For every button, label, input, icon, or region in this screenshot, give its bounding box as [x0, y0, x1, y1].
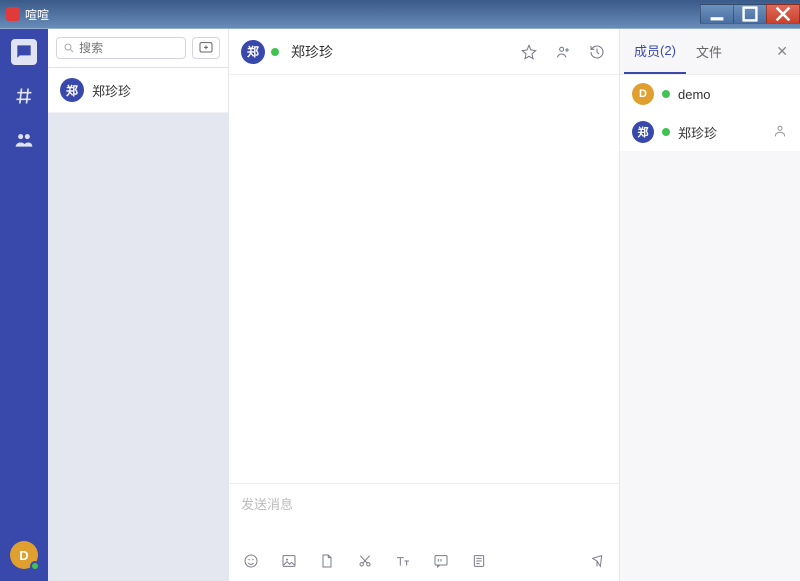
contacts-panel: 郑郑珍珍: [48, 29, 228, 581]
member-avatar: 郑: [632, 121, 654, 143]
add-member-icon[interactable]: [553, 42, 573, 62]
tab-members-label: 成员: [634, 41, 660, 60]
chat-header: 郑 郑珍珍: [229, 29, 619, 75]
chat-header-presence-dot: [271, 48, 279, 56]
window-title: 喧喧: [25, 6, 49, 23]
maximize-button[interactable]: [733, 4, 767, 24]
image-icon[interactable]: [279, 551, 299, 571]
search-box[interactable]: [56, 37, 186, 59]
member-item[interactable]: 郑 郑珍珍: [620, 113, 800, 151]
contact-list: 郑郑珍珍: [48, 68, 228, 113]
member-item[interactable]: Ddemo: [620, 75, 800, 113]
contact-avatar: 郑: [60, 78, 84, 102]
member-avatar: D: [632, 83, 654, 105]
member-presence-dot: [662, 128, 670, 136]
search-row: [48, 29, 228, 68]
window-controls: [701, 4, 800, 24]
tab-members-count: 2: [664, 43, 671, 58]
add-chat-icon: [198, 40, 214, 56]
admin-icon: [772, 123, 788, 142]
chat-body: [229, 75, 619, 483]
add-button[interactable]: [192, 37, 220, 59]
minimize-button[interactable]: [700, 4, 734, 24]
cut-icon[interactable]: [355, 551, 375, 571]
member-list: Ddemo 郑 郑珍珍: [620, 75, 800, 151]
nav-chat-icon[interactable]: [11, 39, 37, 65]
chat-header-actions: [519, 42, 607, 62]
tab-members[interactable]: 成员(2): [624, 29, 686, 74]
composer: [229, 483, 619, 581]
user-status-dot: [30, 561, 40, 571]
history-icon[interactable]: [587, 42, 607, 62]
quote-icon[interactable]: [431, 551, 451, 571]
member-presence-dot: [662, 90, 670, 98]
text-size-icon[interactable]: [393, 551, 413, 571]
nav-channels-icon[interactable]: [11, 83, 37, 109]
search-input[interactable]: [79, 41, 179, 55]
contact-item[interactable]: 郑郑珍珍: [48, 68, 228, 113]
contact-name: 郑珍珍: [92, 81, 131, 100]
side-panel: 成员(2) 文件 ✕ Ddemo 郑 郑珍珍: [620, 29, 800, 581]
tab-files[interactable]: 文件: [686, 29, 732, 74]
send-icon[interactable]: [587, 551, 607, 571]
favorite-icon[interactable]: [519, 42, 539, 62]
emoji-icon[interactable]: [241, 551, 261, 571]
side-close-icon[interactable]: ✕: [768, 43, 796, 60]
side-tabs: 成员(2) 文件 ✕: [620, 29, 800, 75]
close-button[interactable]: [766, 4, 800, 24]
search-icon: [63, 41, 75, 55]
member-name: demo: [678, 87, 711, 102]
chat-header-title: 郑珍珍: [291, 42, 333, 62]
note-icon[interactable]: [469, 551, 489, 571]
member-name: 郑珍珍: [678, 123, 717, 142]
composer-toolbar: [229, 545, 619, 581]
chat-panel: 郑 郑珍珍: [228, 29, 620, 581]
nav-rail: D: [0, 29, 48, 581]
message-input[interactable]: [229, 484, 619, 540]
titlebar: 喧喧: [0, 0, 800, 28]
chat-header-avatar: 郑: [241, 40, 265, 64]
file-icon[interactable]: [317, 551, 337, 571]
user-avatar[interactable]: D: [10, 541, 38, 569]
nav-people-icon[interactable]: [11, 127, 37, 153]
app-body: D 郑郑珍珍 郑 郑珍珍: [0, 28, 800, 581]
app-icon: [6, 7, 20, 21]
user-avatar-letter: D: [19, 548, 28, 563]
